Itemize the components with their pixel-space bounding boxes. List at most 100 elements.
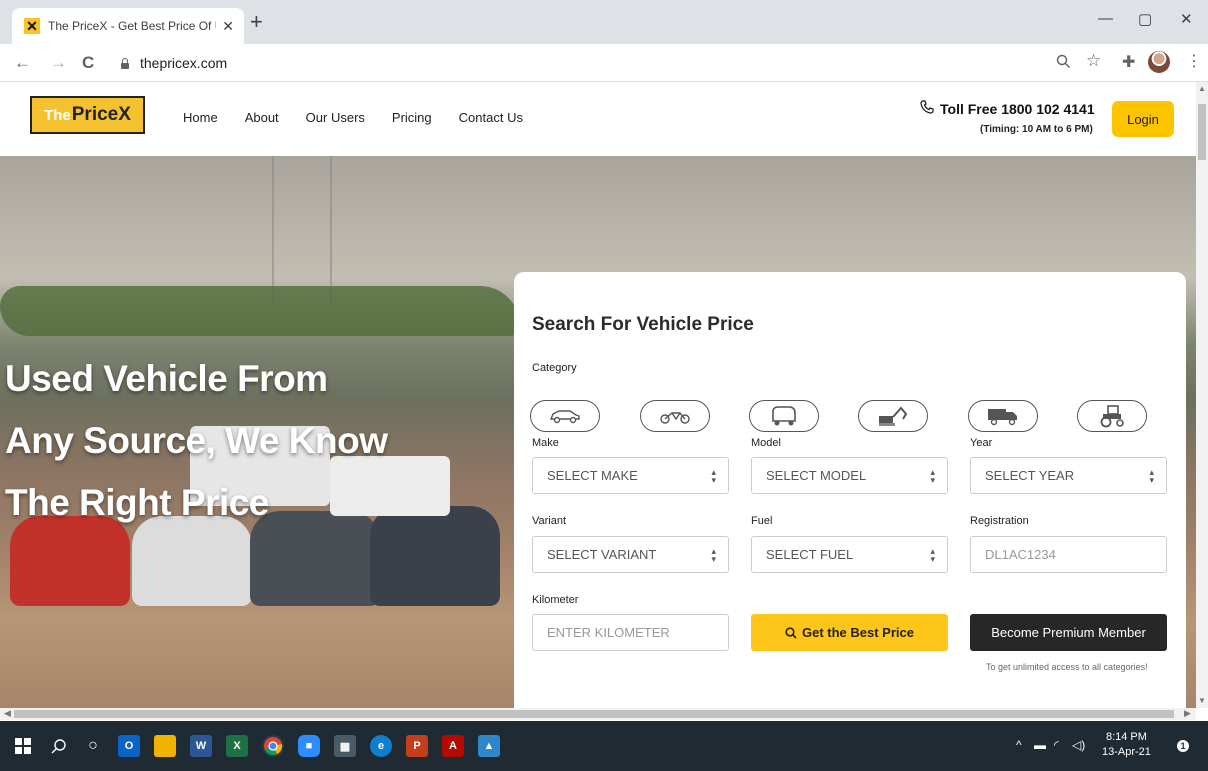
address-bar[interactable]: thepricex.com xyxy=(110,49,990,77)
site-logo[interactable]: The PriceX xyxy=(30,96,145,134)
horizontal-scrollbar[interactable]: ◀ ▶ xyxy=(0,708,1196,720)
photos-icon[interactable]: ▲ xyxy=(478,735,500,757)
taskbar-search-icon[interactable] xyxy=(48,735,70,757)
nav-pricing[interactable]: Pricing xyxy=(392,110,432,125)
menu-icon[interactable]: ⋮ xyxy=(1186,51,1202,71)
browser-toolbar: ← → C thepricex.com ☆ ✚ ⋮ xyxy=(0,44,1208,82)
cortana-icon[interactable]: ○ xyxy=(82,735,104,757)
toll-free-text: Toll Free 1800 102 4141 xyxy=(940,101,1095,117)
tractor-icon xyxy=(1100,405,1124,428)
maximize-button[interactable]: ▢ xyxy=(1138,10,1152,28)
wifi-icon[interactable]: ◜ xyxy=(1054,738,1059,752)
zoom-icon[interactable] xyxy=(1056,54,1071,73)
windows-start-icon[interactable] xyxy=(12,735,34,757)
year-select[interactable]: SELECT YEAR ▴ ▾ xyxy=(970,457,1167,494)
get-best-price-label: Get the Best Price xyxy=(802,625,914,640)
scroll-right-icon[interactable]: ▶ xyxy=(1184,708,1191,719)
hero-car-image xyxy=(370,506,500,606)
variant-select[interactable]: SELECT VARIANT ▴ ▾ xyxy=(532,536,729,573)
clock-time: 8:14 PM xyxy=(1105,731,1147,743)
search-title: Search For Vehicle Price xyxy=(532,314,754,335)
notification-count: 1 xyxy=(1177,740,1189,752)
construction-icon xyxy=(879,406,908,426)
windows-taskbar: ○ O W X ■ ▦ e P A ▲ ^ ▬ ◜ ◁) 8:14 PM 13-… xyxy=(0,721,1208,771)
get-best-price-button[interactable]: Get the Best Price xyxy=(751,614,948,651)
calculator-icon[interactable]: ▦ xyxy=(334,735,356,757)
bike-icon xyxy=(660,412,690,424)
minimize-button[interactable]: — xyxy=(1098,10,1113,27)
tray-chevron-icon[interactable]: ^ xyxy=(1016,738,1022,752)
hero-line-3: The Right Price xyxy=(5,482,269,523)
model-label: Model xyxy=(751,437,781,449)
profile-avatar[interactable] xyxy=(1148,51,1170,73)
model-select[interactable]: SELECT MODEL ▴ ▾ xyxy=(751,457,948,494)
word-icon[interactable]: W xyxy=(190,735,212,757)
hero-line-1: Used Vehicle From xyxy=(5,358,328,399)
category-truck[interactable] xyxy=(968,400,1038,432)
tab-close-icon[interactable]: ✕ xyxy=(222,18,234,35)
fuel-select-value: SELECT FUEL xyxy=(766,547,854,562)
nav-home[interactable]: Home xyxy=(183,110,218,125)
nav-contact-us[interactable]: Contact Us xyxy=(459,110,523,125)
category-label: Category xyxy=(532,362,577,374)
nav-about[interactable]: About xyxy=(245,110,279,125)
close-window-button[interactable]: ✕ xyxy=(1180,10,1193,28)
category-auto-rickshaw[interactable] xyxy=(749,400,819,432)
timing-text: (Timing: 10 AM to 6 PM) xyxy=(980,124,1093,135)
volume-icon[interactable]: ◁) xyxy=(1072,738,1085,752)
edge-icon[interactable]: e xyxy=(370,735,392,757)
outlook-icon[interactable]: O xyxy=(118,735,140,757)
vehicle-search-card: Search For Vehicle Price Category Make M… xyxy=(514,272,1186,708)
zoom-app-icon[interactable]: ■ xyxy=(298,735,320,757)
file-explorer-icon[interactable] xyxy=(154,735,176,757)
chrome-icon[interactable] xyxy=(262,735,284,757)
category-car[interactable] xyxy=(530,400,600,432)
lock-icon xyxy=(120,57,130,69)
scroll-left-icon[interactable]: ◀ xyxy=(4,708,11,719)
page-viewport: The PriceX Home About Our Users Pricing … xyxy=(0,82,1196,708)
auto-rickshaw-icon xyxy=(772,406,796,426)
year-label: Year xyxy=(970,437,993,449)
category-construction[interactable] xyxy=(858,400,928,432)
acrobat-icon[interactable]: A xyxy=(442,735,464,757)
select-arrows-icon: ▴ ▾ xyxy=(930,467,935,485)
browser-tab-bar: ✕ The PriceX - Get Best Price Of Us ✕ + … xyxy=(0,0,1208,44)
excel-icon[interactable]: X xyxy=(226,735,248,757)
hero-background-trees xyxy=(0,286,520,336)
new-tab-button[interactable]: + xyxy=(250,11,263,33)
notification-center-icon[interactable]: 1 xyxy=(1172,735,1194,757)
premium-note: To get unlimited access to all categorie… xyxy=(986,662,1148,672)
extensions-icon[interactable]: ✚ xyxy=(1122,52,1135,72)
category-bike[interactable] xyxy=(640,400,710,432)
browser-tab[interactable]: ✕ The PriceX - Get Best Price Of Us ✕ xyxy=(12,8,244,44)
scroll-up-icon[interactable]: ▲ xyxy=(1198,84,1206,93)
horizontal-scroll-thumb[interactable] xyxy=(14,710,1174,718)
bookmark-star-icon[interactable]: ☆ xyxy=(1086,51,1101,71)
make-select[interactable]: SELECT MAKE ▴ ▾ xyxy=(532,457,729,494)
kilometer-input[interactable]: ENTER KILOMETER xyxy=(532,614,729,651)
taskbar-clock[interactable]: 8:14 PM 13-Apr-21 xyxy=(1102,730,1151,760)
reload-button[interactable]: C xyxy=(82,53,94,73)
registration-input[interactable]: DL1AC1234 xyxy=(970,536,1167,573)
powerpoint-icon[interactable]: P xyxy=(406,735,428,757)
fuel-select[interactable]: SELECT FUEL ▴ ▾ xyxy=(751,536,948,573)
become-premium-button[interactable]: Become Premium Member xyxy=(970,614,1167,651)
site-favicon-icon: ✕ xyxy=(24,18,40,34)
truck-icon xyxy=(988,409,1017,426)
hero-background-image xyxy=(272,156,332,306)
logo-the-text: The xyxy=(44,106,71,124)
variant-label: Variant xyxy=(532,515,567,527)
vertical-scroll-thumb[interactable] xyxy=(1198,104,1206,160)
login-button[interactable]: Login xyxy=(1112,101,1174,137)
year-select-value: SELECT YEAR xyxy=(985,468,1075,483)
main-nav: Home About Our Users Pricing Contact Us xyxy=(183,110,523,125)
battery-icon[interactable]: ▬ xyxy=(1034,738,1046,752)
scroll-down-icon[interactable]: ▼ xyxy=(1198,696,1206,705)
category-tractor[interactable] xyxy=(1077,400,1147,432)
forward-button[interactable]: → xyxy=(50,53,67,73)
vertical-scrollbar[interactable]: ▲ ▼ xyxy=(1196,82,1208,708)
select-arrows-icon: ▴ ▾ xyxy=(1149,467,1154,485)
back-button[interactable]: ← xyxy=(14,53,31,73)
url-text: thepricex.com xyxy=(140,55,228,71)
nav-our-users[interactable]: Our Users xyxy=(306,110,365,125)
